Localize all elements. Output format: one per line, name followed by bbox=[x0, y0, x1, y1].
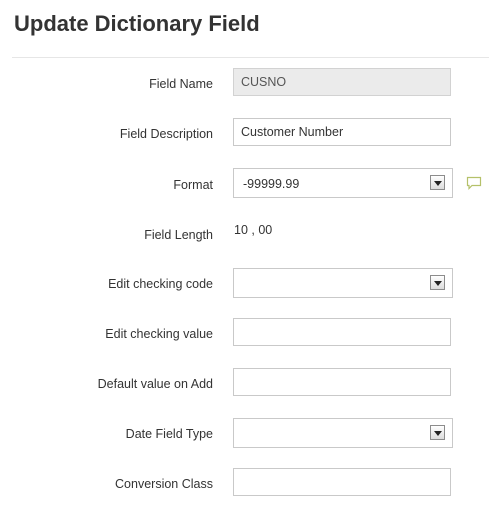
chevron-down-icon[interactable] bbox=[430, 425, 445, 440]
edit-checking-code-select[interactable] bbox=[233, 268, 453, 298]
format-row: Format -99999.99 bbox=[0, 168, 489, 202]
conversion-class-label: Conversion Class bbox=[115, 477, 213, 491]
field-name-label: Field Name bbox=[149, 77, 213, 91]
edit-checking-value-label: Edit checking value bbox=[105, 327, 213, 341]
edit-checking-value-row: Edit checking value bbox=[0, 318, 489, 352]
edit-checking-value-input[interactable] bbox=[233, 318, 451, 346]
field-length-label: Field Length bbox=[144, 228, 213, 242]
format-select-value: -99999.99 bbox=[243, 177, 300, 191]
field-description-input[interactable] bbox=[233, 118, 451, 146]
default-value-input[interactable] bbox=[233, 368, 451, 396]
field-name-input[interactable] bbox=[233, 68, 451, 96]
default-value-label: Default value on Add bbox=[97, 377, 213, 391]
default-value-row: Default value on Add bbox=[0, 368, 489, 402]
field-length-row: Field Length 10 , 00 bbox=[0, 218, 489, 252]
edit-checking-code-row: Edit checking code bbox=[0, 268, 489, 302]
format-select[interactable]: -99999.99 bbox=[233, 168, 453, 198]
comment-icon[interactable] bbox=[466, 176, 482, 190]
field-description-row: Field Description bbox=[0, 118, 489, 152]
conversion-class-row: Conversion Class bbox=[0, 468, 489, 502]
chevron-down-icon[interactable] bbox=[430, 275, 445, 290]
page-title: Update Dictionary Field bbox=[14, 11, 260, 36]
title-divider bbox=[12, 57, 489, 58]
date-field-type-select[interactable] bbox=[233, 418, 453, 448]
edit-checking-code-label: Edit checking code bbox=[108, 277, 213, 291]
chevron-down-icon[interactable] bbox=[430, 175, 445, 190]
format-label: Format bbox=[173, 178, 213, 192]
field-description-label: Field Description bbox=[119, 127, 213, 141]
date-field-type-label: Date Field Type bbox=[125, 427, 213, 441]
conversion-class-input[interactable] bbox=[233, 468, 451, 496]
field-name-row: Field Name bbox=[0, 68, 489, 102]
field-length-value: 10 , 00 bbox=[234, 223, 273, 237]
date-field-type-row: Date Field Type bbox=[0, 418, 489, 452]
